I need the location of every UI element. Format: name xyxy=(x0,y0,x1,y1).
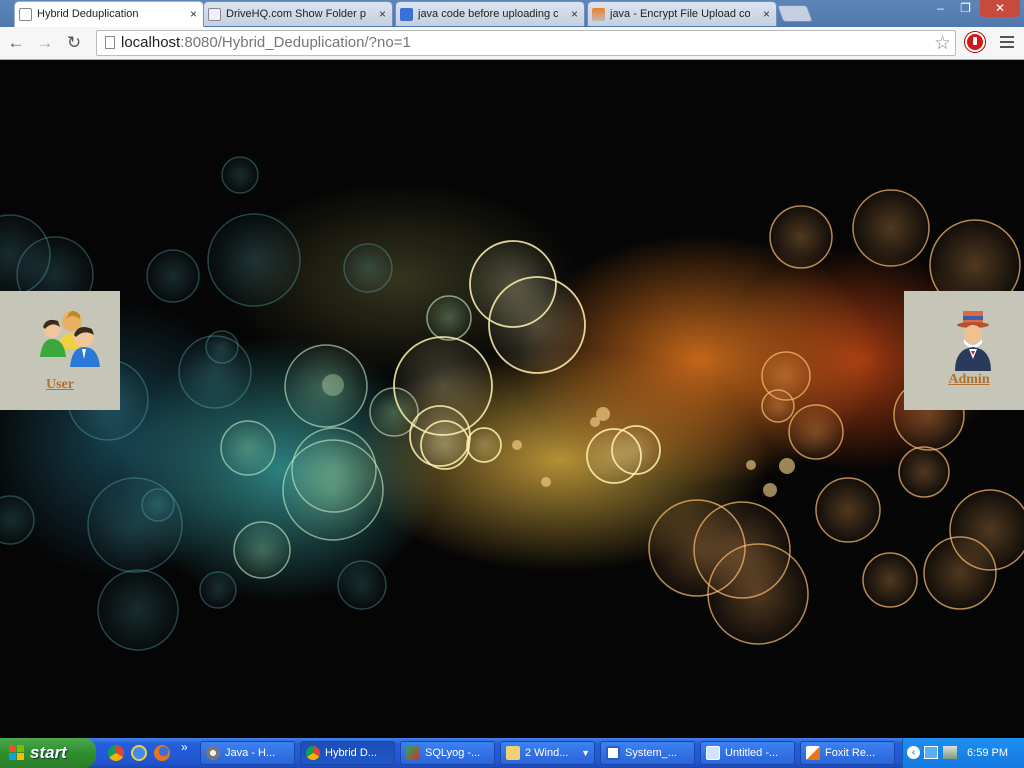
tab-label: Hybrid Deduplication xyxy=(37,8,139,20)
java-gear-icon xyxy=(206,746,220,760)
back-button[interactable]: ← xyxy=(5,32,27,54)
quick-launch-overflow[interactable]: » xyxy=(181,740,188,754)
taskbar-item-label: Untitled -... xyxy=(725,747,779,759)
taskbar-item-notepad[interactable]: Untitled -... xyxy=(700,741,795,765)
word-doc-icon xyxy=(606,746,620,760)
admin-uncle-sam-icon[interactable] xyxy=(949,307,997,371)
bokeh-background-image xyxy=(0,156,1024,651)
ie-icon[interactable] xyxy=(131,745,147,761)
admin-login-link[interactable]: Admin xyxy=(914,372,1024,388)
tab-label: java - Encrypt File Upload co xyxy=(610,8,750,20)
taskbar-item-label: Foxit Re... xyxy=(825,747,876,759)
tab-close-icon[interactable]: × xyxy=(571,2,578,26)
system-clock[interactable]: 6:59 PM xyxy=(967,738,1008,768)
page-icon xyxy=(19,8,32,21)
taskbar-item-label: 2 Wind... xyxy=(525,747,569,759)
tab-stackoverflow[interactable]: java - Encrypt File Upload co × xyxy=(587,1,777,26)
taskbar-item-label: Hybrid D... xyxy=(325,747,377,759)
bookmark-star-icon[interactable]: ☆ xyxy=(934,32,951,55)
url-path: :8080/Hybrid_Deduplication/?no=1 xyxy=(180,34,411,51)
tab-close-icon[interactable]: × xyxy=(763,2,770,26)
foxit-icon xyxy=(806,746,820,760)
tray-app-icon[interactable] xyxy=(943,746,957,759)
page-icon xyxy=(208,8,221,21)
browser-tab-strip: Hybrid Deduplication × DriveHQ.com Show … xyxy=(0,0,1024,27)
taskbar-item-foxit[interactable]: Foxit Re... xyxy=(800,741,895,765)
firefox-icon[interactable] xyxy=(154,745,170,761)
new-tab-button[interactable] xyxy=(776,5,814,22)
system-tray: ‹ 6:59 PM xyxy=(902,738,1024,768)
folder-icon xyxy=(506,746,520,760)
address-bar[interactable]: localhost:8080/Hybrid_Deduplication/?no=… xyxy=(96,30,956,56)
users-group-icon[interactable] xyxy=(38,305,102,369)
reload-button[interactable]: ↻ xyxy=(63,32,85,54)
admin-panel: Admin xyxy=(904,291,1024,410)
tab-label: DriveHQ.com Show Folder pa xyxy=(226,8,366,20)
url-text[interactable]: localhost:8080/Hybrid_Deduplication/?no=… xyxy=(121,31,411,55)
url-host: localhost xyxy=(121,34,181,51)
sqlyog-icon xyxy=(406,746,420,760)
close-window-button[interactable]: ✕ xyxy=(980,0,1020,17)
taskbar-item-java[interactable]: Java - H... xyxy=(200,741,295,765)
tab-drivehq[interactable]: DriveHQ.com Show Folder pa × xyxy=(203,1,393,26)
taskbar-item-label: SQLyog -... xyxy=(425,747,481,759)
chrome-icon[interactable] xyxy=(108,745,124,761)
tab-hybrid-deduplication[interactable]: Hybrid Deduplication × xyxy=(14,1,204,27)
user-panel: User xyxy=(0,291,120,410)
taskbar-item-explorer-group[interactable]: 2 Wind... ▼ xyxy=(500,741,595,765)
browser-menu-icon[interactable] xyxy=(1000,36,1014,50)
maximize-button[interactable]: ❐ xyxy=(953,0,978,17)
tray-expand-icon[interactable]: ‹ xyxy=(907,746,920,759)
google-icon xyxy=(400,8,413,21)
windows-flag-icon xyxy=(9,745,25,761)
taskbar-item-sqlyog[interactable]: SQLyog -... xyxy=(400,741,495,765)
taskbar-item-label: System_... xyxy=(625,747,677,759)
page-background: User Admin xyxy=(0,60,1024,738)
minimize-button[interactable]: – xyxy=(928,0,953,17)
tab-label: java code before uploading c xyxy=(418,8,558,20)
tab-close-icon[interactable]: × xyxy=(190,2,197,26)
network-icon[interactable] xyxy=(924,746,938,759)
windows-taskbar: start » Java - H... Hybrid D... SQLyog -… xyxy=(0,738,1024,768)
tab-java-code-search[interactable]: java code before uploading c × xyxy=(395,1,585,26)
forward-button[interactable]: → xyxy=(34,32,56,54)
stackoverflow-icon xyxy=(592,8,605,21)
start-label: start xyxy=(30,743,67,762)
taskbar-item-label: Java - H... xyxy=(225,747,276,759)
group-dropdown-icon: ▼ xyxy=(581,748,590,758)
user-login-link[interactable]: User xyxy=(0,377,120,393)
taskbar-item-word[interactable]: System_... xyxy=(600,741,695,765)
chrome-icon xyxy=(306,746,320,760)
adblock-extension-icon[interactable] xyxy=(965,32,985,52)
tab-close-icon[interactable]: × xyxy=(379,2,386,26)
taskbar-item-chrome[interactable]: Hybrid D... xyxy=(300,741,395,765)
page-icon xyxy=(105,36,115,49)
start-button[interactable]: start xyxy=(0,738,96,768)
browser-toolbar: ← → ↻ localhost:8080/Hybrid_Deduplicatio… xyxy=(0,27,1024,60)
notepad-icon xyxy=(706,746,720,760)
